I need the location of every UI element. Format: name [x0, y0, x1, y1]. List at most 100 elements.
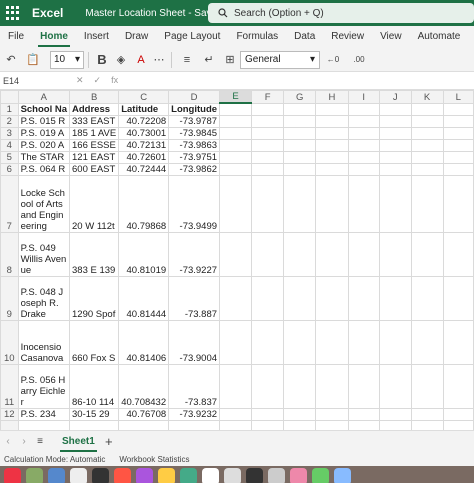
fx-icon[interactable]: fx	[111, 75, 118, 86]
cell-l5[interactable]	[442, 150, 474, 164]
cell-h3[interactable]	[315, 126, 349, 140]
row-header[interactable]: 8	[0, 231, 19, 277]
cell-l12[interactable]	[442, 407, 474, 421]
cell-e9[interactable]	[219, 275, 253, 321]
cell-k7[interactable]	[410, 174, 444, 233]
dock-app-icon[interactable]	[158, 468, 175, 483]
cell-g9[interactable]	[283, 275, 317, 321]
tab-review[interactable]: Review	[323, 26, 372, 48]
cell-b13[interactable]: 270 W 70t	[69, 419, 120, 430]
cell-k11[interactable]	[410, 363, 444, 409]
cell-d8[interactable]: -73.9227	[168, 231, 221, 277]
dock-app-icon[interactable]	[312, 468, 329, 483]
cell-a8[interactable]: P.S. 049 Willis Avenue	[17, 231, 71, 277]
cell-b8[interactable]: 383 E 139	[69, 231, 120, 277]
cell-i12[interactable]	[347, 407, 380, 421]
tab-file[interactable]: File	[0, 26, 32, 48]
cell-j6[interactable]	[378, 162, 412, 176]
cell-c8[interactable]: 40.81019	[118, 231, 170, 277]
cell-d9[interactable]: -73.887	[168, 275, 221, 321]
cell-b1[interactable]: Address	[69, 102, 120, 116]
scroll-left-icon[interactable]: ‹	[0, 436, 16, 447]
row-header[interactable]: 1	[0, 102, 19, 116]
cell-f11[interactable]	[251, 363, 285, 409]
row-header[interactable]: 2	[0, 114, 19, 128]
cell-i1[interactable]	[347, 102, 380, 116]
cell-c4[interactable]: 40.72131	[118, 138, 170, 152]
cell-g6[interactable]	[283, 162, 317, 176]
cell-e5[interactable]	[219, 150, 253, 164]
dock-app-icon[interactable]	[202, 468, 219, 483]
cell-j9[interactable]	[378, 275, 412, 321]
cell-i5[interactable]	[347, 150, 380, 164]
row-header[interactable]: 13	[0, 419, 19, 430]
scroll-right-icon[interactable]: ›	[16, 436, 32, 447]
row-header[interactable]: 3	[0, 126, 19, 140]
cell-c11[interactable]: 40.708432	[118, 363, 170, 409]
column-header[interactable]: B	[69, 90, 120, 104]
cell-j11[interactable]	[378, 363, 412, 409]
cell-b9[interactable]: 1290 Spof	[69, 275, 120, 321]
add-sheet-icon[interactable]: +	[101, 434, 117, 449]
cell-a11[interactable]: P.S. 056 Harry Eichler	[17, 363, 71, 409]
cell-j8[interactable]	[378, 231, 412, 277]
cell-a4[interactable]: P.S. 020 A	[17, 138, 71, 152]
increase-decimal-icon[interactable]: ←0	[320, 50, 346, 70]
cell-b5[interactable]: 121 EAST	[69, 150, 120, 164]
dock-app-icon[interactable]	[246, 468, 263, 483]
cell-i4[interactable]	[347, 138, 380, 152]
column-header[interactable]: I	[347, 90, 380, 104]
cell-g1[interactable]	[283, 102, 317, 116]
dock-app-icon[interactable]	[334, 468, 351, 483]
cell-k8[interactable]	[410, 231, 444, 277]
cell-h13[interactable]	[315, 419, 349, 430]
cell-g13[interactable]	[283, 419, 317, 430]
cell-j1[interactable]	[378, 102, 412, 116]
cell-h11[interactable]	[315, 363, 349, 409]
tab-view[interactable]: View	[372, 26, 410, 48]
cell-c2[interactable]: 40.72208	[118, 114, 170, 128]
row-header[interactable]: 5	[0, 150, 19, 164]
row-header[interactable]: 7	[0, 174, 19, 233]
cell-f9[interactable]	[251, 275, 285, 321]
cell-a1[interactable]: School Na	[17, 102, 71, 116]
cell-l10[interactable]	[442, 319, 474, 365]
cell-h4[interactable]	[315, 138, 349, 152]
cell-h5[interactable]	[315, 150, 349, 164]
cell-j2[interactable]	[378, 114, 412, 128]
cell-e8[interactable]	[219, 231, 253, 277]
column-header[interactable]: G	[283, 90, 317, 104]
cell-k3[interactable]	[410, 126, 444, 140]
cell-c9[interactable]: 40.81444	[118, 275, 170, 321]
cell-k13[interactable]	[410, 419, 444, 430]
cell-a2[interactable]: P.S. 015 R	[17, 114, 71, 128]
dock-app-icon[interactable]	[136, 468, 153, 483]
cell-i13[interactable]	[347, 419, 380, 430]
cell-d5[interactable]: -73.9751	[168, 150, 221, 164]
column-header[interactable]: H	[315, 90, 349, 104]
cell-j13[interactable]	[378, 419, 412, 430]
tab-help[interactable]: Help	[468, 26, 474, 48]
cell-i7[interactable]	[347, 174, 380, 233]
cell-g11[interactable]	[283, 363, 317, 409]
cell-f12[interactable]	[251, 407, 285, 421]
cell-j7[interactable]	[378, 174, 412, 233]
cell-b7[interactable]: 20 W 112t	[69, 174, 120, 233]
cell-b2[interactable]: 333 EAST	[69, 114, 120, 128]
cell-b11[interactable]: 86-10 114	[69, 363, 120, 409]
select-all-corner[interactable]	[0, 90, 19, 104]
cell-a10[interactable]: Inocensio Casanova	[17, 319, 71, 365]
tab-data[interactable]: Data	[286, 26, 323, 48]
cell-e6[interactable]	[219, 162, 253, 176]
row-header[interactable]: 10	[0, 319, 19, 365]
row-header[interactable]: 11	[0, 363, 19, 409]
cell-l9[interactable]	[442, 275, 474, 321]
app-launcher-icon[interactable]	[6, 6, 20, 20]
cell-d1[interactable]: Longitude	[168, 102, 221, 116]
cell-l1[interactable]	[442, 102, 474, 116]
cell-g3[interactable]	[283, 126, 317, 140]
cell-k10[interactable]	[410, 319, 444, 365]
dock-app-icon[interactable]	[180, 468, 197, 483]
cell-e7[interactable]	[219, 174, 253, 233]
cell-h12[interactable]	[315, 407, 349, 421]
